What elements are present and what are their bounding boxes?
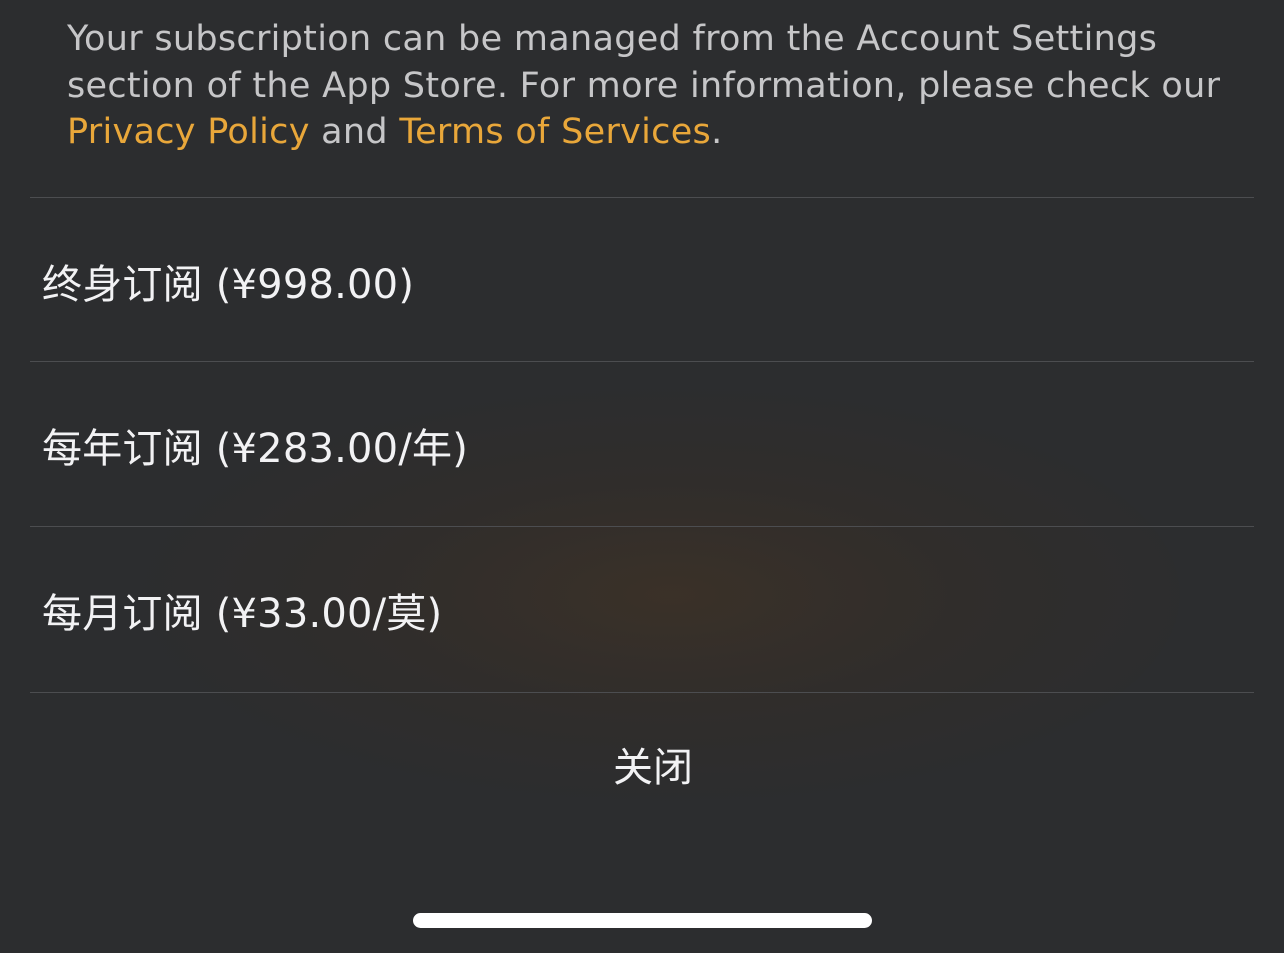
lifetime-subscription-option[interactable]: 终身订阅 (¥998.00) <box>30 198 1254 361</box>
close-button-label: 关闭 <box>613 745 693 791</box>
monthly-subscription-option[interactable]: 每月订阅 (¥33.00/莫) <box>30 527 1254 690</box>
terms-of-services-link[interactable]: Terms of Services <box>399 112 711 152</box>
home-indicator[interactable] <box>413 913 872 928</box>
close-button[interactable]: 关闭 <box>30 693 1254 849</box>
option-label: 每年订阅 (¥283.00/年) <box>42 425 469 472</box>
notice-text-between: and <box>309 112 400 152</box>
yearly-subscription-option[interactable]: 每年订阅 (¥283.00/年) <box>30 362 1254 525</box>
notice-text-after: . <box>711 112 723 152</box>
notice-text-before: Your subscription can be managed from th… <box>67 19 1221 106</box>
privacy-policy-link[interactable]: Privacy Policy <box>67 112 310 152</box>
option-label: 终身订阅 (¥998.00) <box>42 261 415 308</box>
option-label: 每月订阅 (¥33.00/莫) <box>42 590 443 637</box>
subscription-action-sheet: Your subscription can be managed from th… <box>0 0 1284 953</box>
subscription-notice: Your subscription can be managed from th… <box>67 16 1257 156</box>
